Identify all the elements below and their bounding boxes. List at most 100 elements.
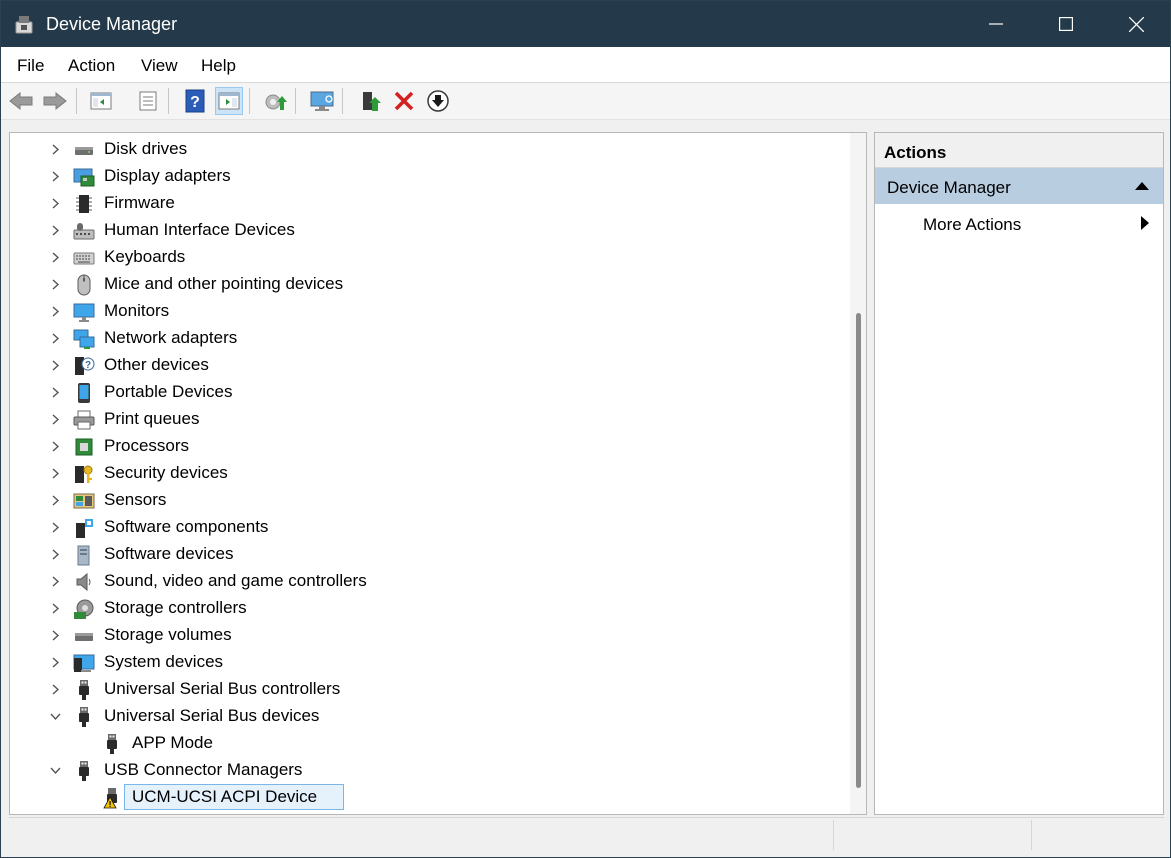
tree-category-item[interactable]: Mice and other pointing devices bbox=[10, 271, 840, 298]
add-driver-button[interactable] bbox=[356, 87, 384, 115]
tree-category-item[interactable]: Network adapters bbox=[10, 325, 840, 352]
minimize-icon bbox=[989, 23, 1003, 25]
forward-button[interactable] bbox=[41, 87, 69, 115]
minimize-button[interactable] bbox=[961, 1, 1031, 47]
action-pane-icon bbox=[218, 92, 240, 110]
menu-action[interactable]: Action bbox=[68, 56, 115, 76]
chevron-right-icon[interactable] bbox=[49, 278, 62, 291]
software-component-icon bbox=[76, 519, 93, 538]
tree-category-item[interactable]: Display adapters bbox=[10, 163, 840, 190]
unknown-device-icon: ? bbox=[75, 357, 95, 375]
download-circle-icon bbox=[427, 90, 449, 112]
tree-category-item[interactable]: USB Connector Managers bbox=[10, 757, 840, 784]
tree-category-item[interactable]: Print queues bbox=[10, 406, 840, 433]
more-actions-item[interactable]: More Actions bbox=[875, 205, 1163, 241]
tree-category-item[interactable]: Storage controllers bbox=[10, 595, 840, 622]
chevron-right-icon[interactable] bbox=[49, 440, 62, 453]
chevron-down-icon[interactable] bbox=[49, 764, 62, 777]
tree-category-item[interactable]: Processors bbox=[10, 433, 840, 460]
scrollbar-thumb[interactable] bbox=[856, 313, 861, 788]
chevron-right-icon[interactable] bbox=[49, 656, 62, 669]
back-button[interactable] bbox=[7, 87, 35, 115]
usb-plug-icon bbox=[107, 734, 117, 754]
chevron-right-icon[interactable] bbox=[49, 251, 62, 264]
maximize-button[interactable] bbox=[1031, 1, 1101, 47]
tree-item-label: Display adapters bbox=[104, 166, 231, 185]
menu-help[interactable]: Help bbox=[201, 56, 236, 76]
more-actions-label: More Actions bbox=[923, 215, 1022, 234]
status-divider bbox=[833, 820, 834, 850]
tree-item-label: Portable Devices bbox=[104, 382, 233, 401]
tree-item-label: Sensors bbox=[104, 490, 167, 509]
chevron-down-icon[interactable] bbox=[49, 710, 62, 723]
tree-category-item[interactable]: Storage volumes bbox=[10, 622, 840, 649]
tree-category-item[interactable]: Sound, video and game controllers bbox=[10, 568, 840, 595]
collapse-up-icon[interactable] bbox=[1135, 182, 1149, 190]
tree-item-label: System devices bbox=[104, 652, 224, 671]
uninstall-device-button[interactable] bbox=[390, 87, 418, 115]
chevron-right-icon[interactable] bbox=[49, 629, 62, 642]
chevron-right-icon[interactable] bbox=[49, 143, 62, 156]
chevron-right-icon[interactable] bbox=[49, 332, 62, 345]
chevron-right-icon[interactable] bbox=[49, 197, 62, 210]
chevron-right-icon[interactable] bbox=[49, 683, 62, 696]
keyboard-icon bbox=[73, 252, 95, 265]
update-driver-icon bbox=[265, 94, 287, 110]
chevron-right-icon[interactable] bbox=[49, 359, 62, 372]
submenu-arrow-icon bbox=[1141, 216, 1149, 230]
tree-item-label: Firmware bbox=[104, 193, 175, 212]
chevron-right-icon[interactable] bbox=[49, 305, 62, 318]
tree-item-label: USB Connector Managers bbox=[104, 760, 303, 779]
tree-child-item[interactable]: APP Mode bbox=[10, 730, 840, 757]
tree-item-label: Sound, video and game controllers bbox=[104, 571, 367, 590]
svg-text:?: ? bbox=[85, 360, 91, 371]
show-hide-console-tree-button[interactable] bbox=[87, 87, 115, 115]
tree-category-item[interactable]: Software devices bbox=[10, 541, 840, 568]
device-manager-app-icon bbox=[15, 16, 33, 34]
menu-view[interactable]: View bbox=[141, 56, 178, 76]
scan-hardware-changes-button[interactable] bbox=[308, 87, 336, 115]
tree-category-item[interactable]: Keyboards bbox=[10, 244, 840, 271]
tree-category-item[interactable]: System devices bbox=[10, 649, 840, 676]
properties-button[interactable] bbox=[134, 87, 162, 115]
chevron-right-icon[interactable] bbox=[49, 170, 62, 183]
tree-category-item[interactable]: Human Interface Devices bbox=[10, 217, 840, 244]
menu-file[interactable]: File bbox=[17, 56, 44, 76]
chevron-right-icon[interactable] bbox=[49, 413, 62, 426]
software-device-icon bbox=[77, 545, 90, 566]
tree-item-label: Processors bbox=[104, 436, 190, 455]
tree-category-item[interactable]: Firmware bbox=[10, 190, 840, 217]
chevron-right-icon[interactable] bbox=[49, 521, 62, 534]
tree-category-item[interactable]: Disk drives bbox=[10, 136, 840, 163]
tree-child-item[interactable]: UCM-UCSI ACPI Device bbox=[10, 784, 840, 811]
tree-category-item[interactable]: ? Other devices bbox=[10, 352, 840, 379]
actions-pane: Actions Device Manager More Actions bbox=[874, 132, 1164, 815]
chevron-right-icon[interactable] bbox=[49, 548, 62, 561]
chevron-right-icon[interactable] bbox=[49, 386, 62, 399]
chevron-right-icon[interactable] bbox=[49, 602, 62, 615]
disable-device-button[interactable] bbox=[424, 87, 452, 115]
tree-category-item[interactable]: Universal Serial Bus devices bbox=[10, 703, 840, 730]
tree-category-item[interactable]: Software components bbox=[10, 514, 840, 541]
update-driver-button[interactable] bbox=[261, 87, 289, 115]
tree-category-item[interactable]: Security devices bbox=[10, 460, 840, 487]
tree-item-label: Disk drives bbox=[104, 139, 188, 158]
close-button[interactable] bbox=[1101, 1, 1171, 47]
tree-category-item[interactable]: Monitors bbox=[10, 298, 840, 325]
properties-icon bbox=[139, 91, 157, 111]
chevron-right-icon[interactable] bbox=[49, 575, 62, 588]
tree-item-label: Monitors bbox=[104, 301, 170, 320]
show-hide-action-pane-button[interactable] bbox=[215, 87, 243, 115]
chevron-right-icon[interactable] bbox=[49, 467, 62, 480]
device-manager-window: Device Manager File Action View Help ? D… bbox=[0, 0, 1171, 858]
maximize-icon bbox=[1059, 17, 1073, 31]
actions-section-device-manager[interactable]: Device Manager bbox=[875, 168, 1163, 204]
device-tree: Disk drives Display adapters Firmware Human… bbox=[9, 132, 867, 815]
tree-category-item[interactable]: Portable Devices bbox=[10, 379, 840, 406]
tree-category-item[interactable]: Sensors bbox=[10, 487, 840, 514]
tree-category-item[interactable]: Universal Serial Bus controllers bbox=[10, 676, 840, 703]
chevron-right-icon[interactable] bbox=[49, 224, 62, 237]
help-button[interactable]: ? bbox=[181, 87, 209, 115]
chevron-right-icon[interactable] bbox=[49, 494, 62, 507]
vertical-scrollbar[interactable] bbox=[850, 133, 866, 814]
